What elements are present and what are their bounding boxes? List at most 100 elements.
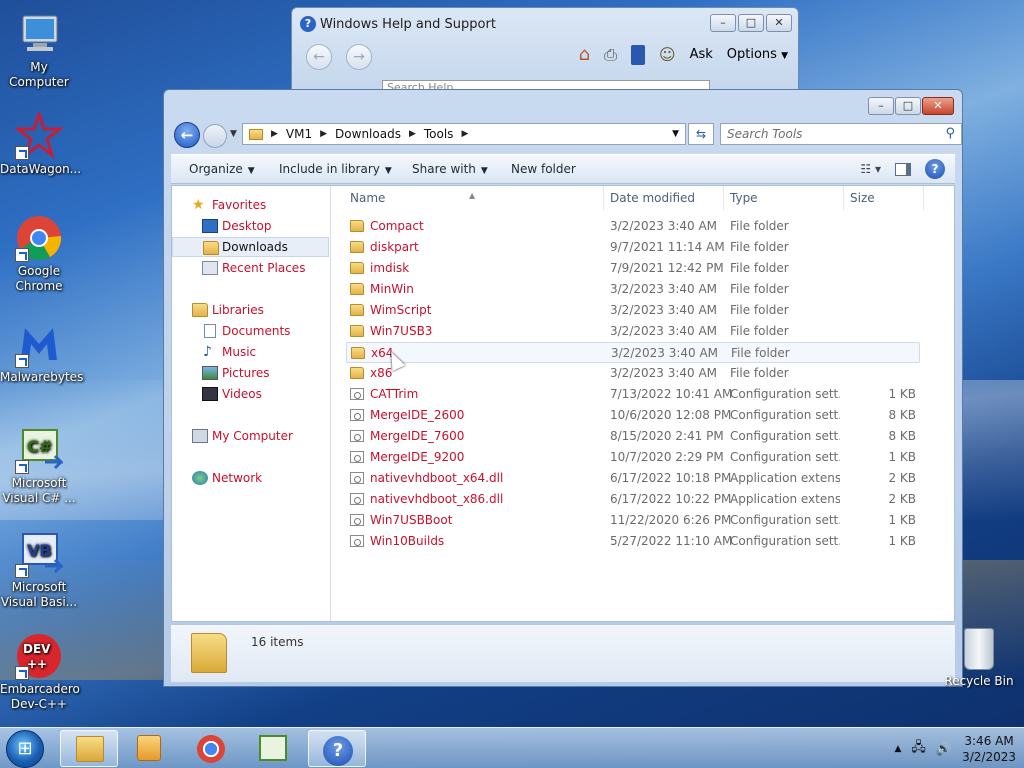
explorer-window[interactable]: – □ ✕ ← ▼ ▶ VM1 ▶ Downloads ▶ Tools ▶ ▼ … [163,89,963,687]
desktop-icon-my-computer[interactable]: My Computer [0,10,78,90]
volume-icon[interactable]: 🔊 [936,742,952,757]
help-window[interactable]: ? Windows Help and Support – □ ✕ ← → ⌂ ⎙… [291,7,799,97]
column-header-name[interactable]: Name ▲ [332,186,604,210]
file-row[interactable]: WimScript 3/2/2023 3:40 AM File folder [346,300,920,321]
back-button[interactable]: ← [306,44,332,70]
file-row[interactable]: Compact 3/2/2023 3:40 AM File folder [346,216,920,237]
file-date-modified: 3/2/2023 3:40 AM [610,282,718,296]
clock[interactable]: 3:46 AM 3/2/2023 [962,733,1016,765]
file-row[interactable]: Win10Builds 5/27/2022 11:10 AM Configurati… [346,531,920,552]
nav-item-label: Downloads [222,240,288,254]
maximize-button[interactable]: □ [738,14,764,32]
desktop-icon-datawagon[interactable]: DataWagon... [0,109,81,177]
forward-button[interactable] [203,124,227,148]
help-icon[interactable]: ? [925,159,945,179]
maximize-button[interactable]: □ [895,97,921,115]
recent-pages-dropdown[interactable]: ▼ [230,129,237,139]
nav-item-videos[interactable]: Videos [172,384,329,404]
back-button[interactable]: ← [174,122,200,148]
file-row[interactable]: MergeIDE_2600 10/6/2020 12:08 PM Configura… [346,405,920,426]
forward-button[interactable]: → [346,44,372,70]
include-in-library-button[interactable]: Include in library ▼ [279,162,392,176]
desktop-icon-malwarebytes[interactable]: Malwarebytes [0,320,83,385]
close-button[interactable]: ✕ [766,14,792,32]
options-button[interactable]: Options ▼ [727,47,788,62]
file-row[interactable]: x86 3/2/2023 3:40 AM File folder [346,363,920,384]
recent-places-icon [202,261,218,275]
file-row[interactable]: MergeIDE_7600 8/15/2020 2:41 PM Configurat… [346,426,920,447]
desktop-icon-label: Microsoft Visual Basi... [0,580,78,609]
nav-item-desktop[interactable]: Desktop [172,216,329,236]
help-question-icon: ? [323,736,353,766]
breadcrumb-item[interactable]: Tools [424,127,454,141]
desktop-icon-visual-csharp[interactable]: C# Microsoft Visual C# ... [0,426,78,506]
address-dropdown[interactable]: ▼ [672,129,679,139]
start-button[interactable]: ⊞ [6,730,44,768]
taskbar-media-player-button[interactable] [120,730,178,767]
nav-item-favorites[interactable]: ★ Favorites [172,195,329,215]
address-bar[interactable]: ▶ VM1 ▶ Downloads ▶ Tools ▶ ▼ [242,123,686,145]
file-type: File folder [731,346,790,360]
column-header-date[interactable]: Date modified [604,186,724,210]
file-date-modified: 3/2/2023 3:40 AM [610,324,718,338]
column-header-size[interactable]: Size [844,186,924,210]
refresh-button[interactable]: ⇆ [688,123,714,145]
minimize-button[interactable]: – [710,14,736,32]
svg-text:C#: C# [27,437,52,456]
print-icon[interactable]: ⎙ [604,45,617,65]
network-icon[interactable]: 🖧 [911,738,926,760]
file-row[interactable]: MergeIDE_9200 10/7/2020 2:29 PM Configurat… [346,447,920,468]
breadcrumb-item[interactable]: VM1 [286,127,312,141]
nav-item-documents[interactable]: Documents [172,321,329,341]
change-view-icon[interactable]: ☷ ▾ [860,162,881,176]
new-folder-button[interactable]: New folder [511,162,576,176]
file-name: nativevhdboot_x86.dll [370,492,504,506]
file-date-modified: 6/17/2022 10:18 PM [610,471,732,485]
ask-button[interactable]: Ask [690,47,713,62]
desktop-icon-google-chrome[interactable]: Google Chrome [0,214,78,294]
taskbar-help-button[interactable]: ? [308,730,366,767]
nav-item-pictures[interactable]: Pictures [172,363,329,383]
book-icon[interactable] [630,44,645,65]
show-hidden-icons-button[interactable]: ▲ [894,744,901,754]
organize-button[interactable]: Organize ▼ [189,162,255,176]
close-button[interactable]: ✕ [922,97,954,115]
file-row[interactable]: Win7USB3 3/2/2023 3:40 AM File folder [346,321,920,342]
taskbar-explorer-button[interactable] [60,730,118,767]
file-row[interactable]: Win7USBBoot 11/22/2020 6:26 PM Configurati… [346,510,920,531]
minimize-button[interactable]: – [868,97,894,115]
nav-item-my-computer[interactable]: My Computer [172,426,329,446]
nav-item-label: Recent Places [222,261,306,275]
nav-item-label: Documents [222,324,291,338]
file-row[interactable]: diskpart 9/7/2021 11:14 AM File folder [346,237,920,258]
file-row[interactable]: nativevhdboot_x86.dll 6/17/2022 10:22 PM A… [346,489,920,510]
taskbar-chrome-button[interactable] [182,730,240,767]
nav-item-recent-places[interactable]: Recent Places [172,258,329,278]
column-header-type[interactable]: Type [724,186,844,210]
desktop-icon-dev-cpp[interactable]: DEV ++ Embarcadero Dev-C++ [0,632,80,712]
computer-icon [192,429,208,443]
file-row[interactable]: imdisk 7/9/2021 12:42 PM File folder [346,258,920,279]
preview-pane-icon[interactable] [895,162,911,176]
file-row[interactable]: MinWin 3/2/2023 3:40 AM File folder [346,279,920,300]
search-input[interactable]: Search Tools ⚲ [720,123,962,145]
search-icon[interactable]: ⚲ [945,126,955,141]
taskbar-visual-csharp-button[interactable] [244,730,302,767]
home-icon[interactable]: ⌂ [579,44,590,65]
documents-icon [204,324,216,338]
explorer-caption-buttons: – □ ✕ [868,97,954,115]
desktop-icon-recycle-bin[interactable]: Recycle Bin [940,628,1018,688]
file-name: Win7USBBoot [370,513,453,527]
file-row[interactable]: x64 3/2/2023 3:40 AM File folder [346,342,920,363]
nav-item-libraries[interactable]: Libraries [172,300,329,320]
visual-csharp-icon: C# [15,426,65,474]
breadcrumb-item[interactable]: Downloads [335,127,401,141]
file-type: Configuration sett... [730,387,840,401]
nav-item-music[interactable]: ♪ Music [172,342,329,362]
share-with-button[interactable]: Share with ▼ [412,162,488,176]
desktop-icon-visual-basic[interactable]: VB Microsoft Visual Basi... [0,530,78,610]
file-row[interactable]: nativevhdboot_x64.dll 6/17/2022 10:18 PM A… [346,468,920,489]
file-row[interactable]: CATTrim 7/13/2022 10:41 AM Configuration s… [346,384,920,405]
nav-item-downloads[interactable]: Downloads [172,237,329,257]
nav-item-network[interactable]: Network [172,468,329,488]
